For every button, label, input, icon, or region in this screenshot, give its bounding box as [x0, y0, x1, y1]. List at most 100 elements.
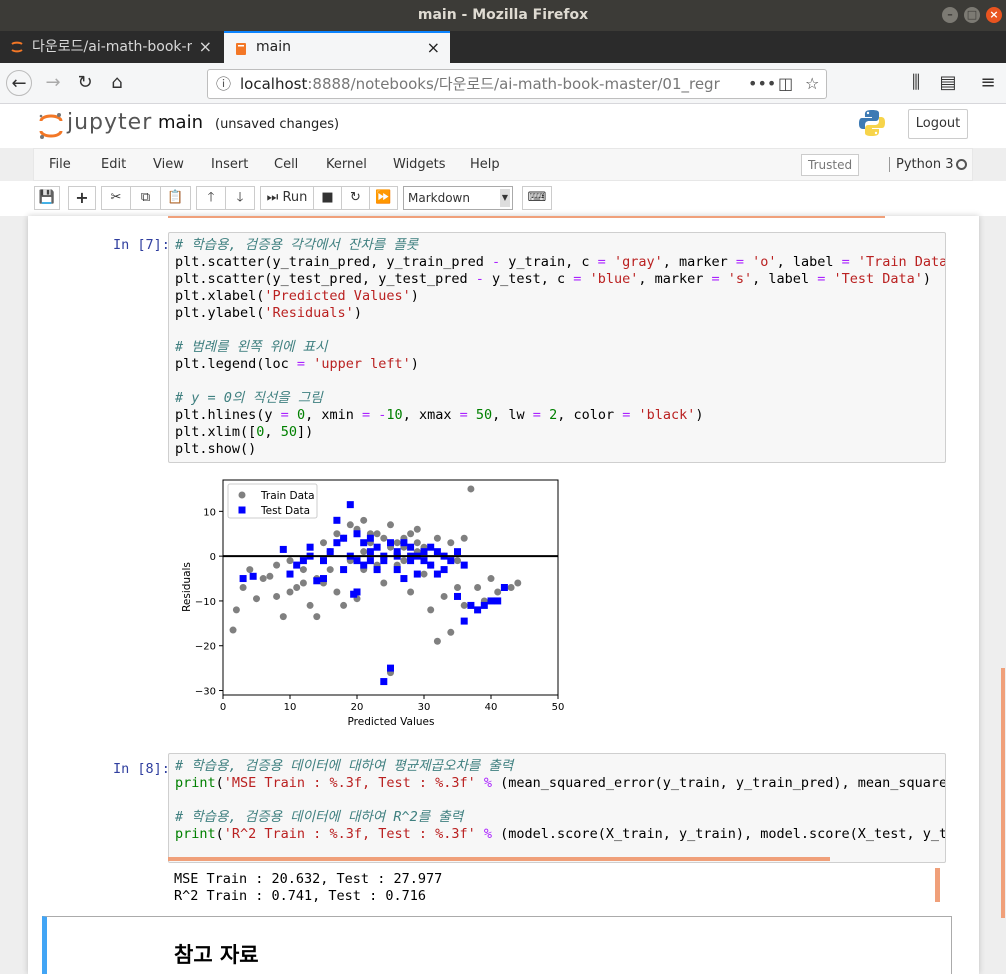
run-button[interactable]: ⏭ Run [260, 186, 314, 210]
train-point [380, 579, 388, 587]
test-point [407, 557, 415, 565]
x-tick-label: 20 [351, 702, 364, 713]
page-scrollbar[interactable] [1001, 668, 1005, 918]
train-point [279, 613, 287, 621]
url-path: :8888/notebooks/다운로드/ai-math-book-master… [307, 75, 720, 93]
test-point [353, 530, 361, 538]
cell-type-select[interactable]: Markdown ▼ [403, 186, 513, 210]
library-icon[interactable]: ⫼ [903, 70, 929, 96]
train-point [514, 579, 522, 587]
notebook-menubar: File Edit View Insert Cell Kernel Widget… [33, 148, 973, 181]
menu-cell[interactable]: Cell [274, 157, 298, 172]
close-window-icon[interactable]: × [986, 7, 1002, 23]
insert-cell-icon[interactable]: + [68, 186, 96, 210]
menu-widgets[interactable]: Widgets [393, 157, 446, 172]
test-point [299, 557, 307, 565]
copy-icon[interactable]: ⧉ [130, 186, 161, 210]
test-point [353, 588, 361, 596]
jupyter-header: jupyter main (unsaved changes) Logout [0, 104, 1006, 148]
test-point [293, 561, 301, 569]
interrupt-icon[interactable]: ■ [313, 186, 342, 210]
test-point [346, 501, 354, 509]
train-point [320, 539, 327, 547]
minimize-icon[interactable]: – [942, 7, 958, 23]
test-point [400, 575, 408, 583]
train-point [487, 575, 495, 583]
sidebar-icon[interactable]: ▤ [935, 70, 961, 96]
test-point [333, 539, 341, 547]
test-point [249, 572, 257, 580]
train-point [340, 601, 348, 609]
menu-view[interactable]: View [153, 157, 184, 172]
maximize-icon[interactable]: □ [964, 7, 980, 23]
tab-close-icon[interactable]: × [427, 33, 440, 62]
home-icon[interactable]: ⌂ [104, 70, 130, 96]
cell-8-prompt: In [8]: [113, 761, 170, 777]
reload-icon[interactable]: ↻ [72, 70, 98, 96]
restart-run-all-icon[interactable]: ⏩ [369, 186, 398, 210]
y-tick-label: −10 [195, 597, 216, 608]
test-point [366, 534, 374, 542]
window-title: main - Mozilla Firefox [417, 7, 589, 23]
train-point [232, 606, 240, 614]
tab-close-icon[interactable]: × [199, 31, 212, 63]
train-point [259, 575, 267, 583]
train-point [427, 606, 435, 614]
train-point [447, 628, 455, 636]
train-point [306, 601, 314, 609]
trusted-badge[interactable]: Trusted [801, 154, 860, 176]
train-point [333, 530, 341, 538]
menu-kernel[interactable]: Kernel [326, 157, 367, 172]
markdown-cell[interactable]: 참고 자료 [42, 916, 952, 974]
test-point [500, 584, 508, 591]
menu-hamburger-icon[interactable]: ≡ [975, 70, 1001, 96]
tab-label: main [256, 39, 291, 55]
menu-insert[interactable]: Insert [211, 157, 248, 172]
back-icon[interactable]: ← [6, 70, 32, 96]
train-point [387, 521, 394, 529]
test-point [400, 539, 408, 547]
y-tick-label: −30 [195, 687, 216, 698]
cell-7-code[interactable]: # 학습용, 검증용 각각에서 잔차를 플롯 plt.scatter(y_tra… [168, 232, 946, 463]
cut-icon[interactable]: ✂ [101, 186, 131, 210]
save-icon[interactable]: 💾 [34, 186, 60, 210]
test-point [420, 548, 428, 556]
page-actions-icon[interactable]: ••• [748, 70, 776, 98]
test-point [460, 617, 468, 625]
jupyter-favicon-icon [11, 41, 23, 53]
restart-icon[interactable]: ↻ [341, 186, 370, 210]
url-bar[interactable]: ⓘ localhost:8888/notebooks/다운로드/ai-math-… [207, 69, 827, 99]
cell-8-code[interactable]: # 학습용, 검증용 데이터에 대하여 평균제곱오차를 출력 print('MS… [168, 753, 946, 863]
run-label: Run [282, 190, 308, 205]
pocket-icon[interactable]: ◫ [778, 70, 793, 98]
menu-edit[interactable]: Edit [101, 157, 126, 172]
logout-button[interactable]: Logout [908, 109, 968, 139]
move-down-icon[interactable]: 🡓 [225, 186, 255, 210]
train-point [467, 485, 475, 493]
train-point [433, 534, 441, 542]
test-point [420, 557, 428, 565]
menu-file[interactable]: File [49, 157, 71, 172]
move-up-icon[interactable]: 🡑 [196, 186, 226, 210]
paste-icon[interactable]: 📋 [160, 186, 191, 210]
test-point [306, 543, 314, 551]
tab-main[interactable]: main × [224, 31, 450, 63]
train-point [253, 595, 260, 603]
notebook-name[interactable]: main [158, 112, 203, 133]
tab-downloads[interactable]: 다운로드/ai-math-book-m × [0, 31, 222, 63]
test-point [366, 557, 374, 565]
info-icon[interactable]: ⓘ [216, 70, 231, 98]
menu-help[interactable]: Help [470, 157, 500, 172]
test-point [474, 606, 482, 614]
kernel-name[interactable]: Python 3 [889, 157, 953, 172]
bookmark-star-icon[interactable]: ☆ [805, 70, 819, 98]
train-point [420, 570, 428, 578]
train-point [326, 566, 334, 574]
command-palette-icon[interactable]: ⌨ [522, 186, 552, 210]
plot-axes: 0 10 20 30 40 50 10 0 −10 −20 −30 [195, 507, 564, 713]
jupyter-logo-icon[interactable] [38, 112, 64, 140]
notebook-toolbar: 💾 + ✂ ⧉ 📋 🡑 🡓 ⏭ Run ■ ↻ ⏩ Markdown ▼ ⌨ [0, 181, 1006, 216]
train-point [507, 584, 515, 591]
forward-icon[interactable]: → [40, 70, 66, 96]
legend-test-marker [238, 506, 246, 514]
